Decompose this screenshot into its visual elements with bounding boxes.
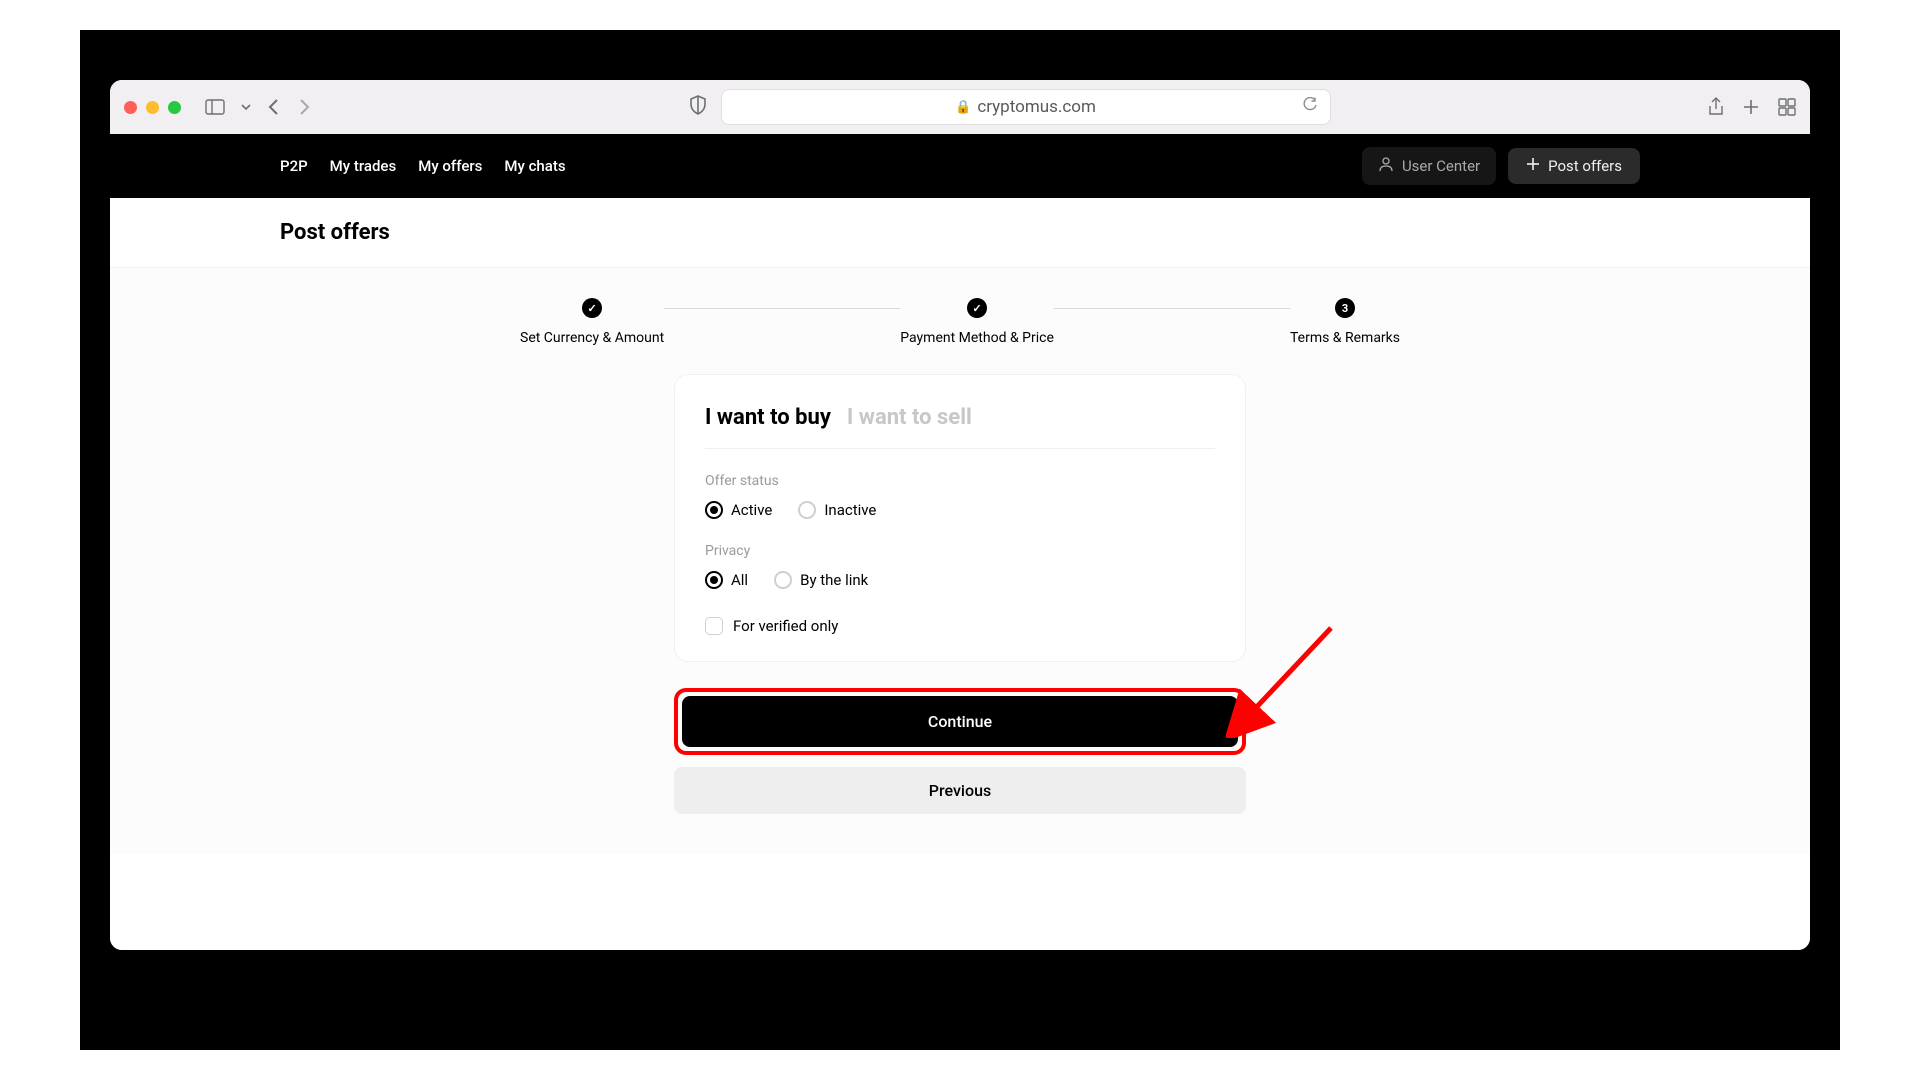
share-icon[interactable] [1708,97,1724,117]
tab-buy[interactable]: I want to buy [705,405,831,430]
post-offers-label: Post offers [1548,157,1622,175]
user-icon [1378,156,1394,176]
url-text: cryptomus.com [977,97,1096,117]
radio-label: By the link [800,571,868,589]
radio-icon [705,501,723,519]
user-center-button[interactable]: User Center [1362,147,1496,185]
radio-icon [774,571,792,589]
post-offers-button[interactable]: Post offers [1508,148,1640,184]
new-tab-icon[interactable] [1742,98,1760,116]
nav-my-trades[interactable]: My trades [330,157,397,175]
privacy-label: Privacy [705,543,1215,559]
plus-icon [1526,157,1540,175]
forward-icon[interactable] [297,98,311,116]
radio-status-inactive[interactable]: Inactive [798,501,876,519]
step-connector [1054,308,1290,309]
radio-privacy-link[interactable]: By the link [774,571,868,589]
button-stack: Continue Previous [674,688,1246,814]
annotation-highlight: Continue [674,688,1246,755]
continue-button[interactable]: Continue [682,696,1238,747]
page-body: Post offers ✓ Set Currency & Amount ✓ Pa… [110,198,1810,950]
tutorial-frame: 🔒 cryptomus.com [80,30,1840,1050]
tabs-overview-icon[interactable] [1778,98,1796,116]
browser-toolbar: 🔒 cryptomus.com [110,80,1810,134]
checkbox-verified-only[interactable]: For verified only [705,617,1215,635]
minimize-window-icon[interactable] [146,101,159,114]
step-1-label: Set Currency & Amount [520,330,664,346]
window-controls [124,101,181,114]
step-connector [664,308,900,309]
browser-window: 🔒 cryptomus.com [110,80,1810,950]
radio-icon [798,501,816,519]
maximize-window-icon[interactable] [168,101,181,114]
app-nav: P2P My trades My offers My chats User Ce… [110,134,1810,198]
content-area: ✓ Set Currency & Amount ✓ Payment Method… [110,268,1810,854]
back-icon[interactable] [267,98,281,116]
radio-icon [705,571,723,589]
checkbox-icon [705,617,723,635]
radio-status-active[interactable]: Active [705,501,772,519]
step-1: ✓ Set Currency & Amount [520,298,664,346]
stepper: ✓ Set Currency & Amount ✓ Payment Method… [520,298,1400,346]
check-icon: ✓ [967,298,987,318]
radio-label: Active [731,501,772,519]
previous-button[interactable]: Previous [674,767,1246,814]
reload-icon[interactable] [1302,97,1318,118]
close-window-icon[interactable] [124,101,137,114]
radio-privacy-all[interactable]: All [705,571,748,589]
lock-icon: 🔒 [955,100,971,115]
nav-p2p[interactable]: P2P [280,157,308,175]
check-icon: ✓ [582,298,602,318]
step-3: 3 Terms & Remarks [1290,298,1400,346]
offer-form-card: I want to buy I want to sell Offer statu… [674,374,1246,662]
nav-my-chats[interactable]: My chats [504,157,565,175]
step-2-label: Payment Method & Price [900,330,1054,346]
tab-sell[interactable]: I want to sell [847,405,972,430]
offer-status-label: Offer status [705,473,1215,489]
privacy-shield-icon[interactable] [689,95,707,119]
user-center-label: User Center [1402,157,1480,175]
page-title: Post offers [110,198,1810,268]
address-bar[interactable]: 🔒 cryptomus.com [721,89,1331,125]
chevron-down-icon[interactable] [241,102,251,112]
radio-label: Inactive [824,501,876,519]
step-3-label: Terms & Remarks [1290,330,1400,346]
step-2: ✓ Payment Method & Price [900,298,1054,346]
checkbox-label: For verified only [733,617,838,635]
radio-label: All [731,571,748,589]
sidebar-icon[interactable] [205,99,225,115]
nav-my-offers[interactable]: My offers [418,157,482,175]
step-number-icon: 3 [1335,298,1355,318]
address-bar-wrap: 🔒 cryptomus.com [321,89,1698,125]
